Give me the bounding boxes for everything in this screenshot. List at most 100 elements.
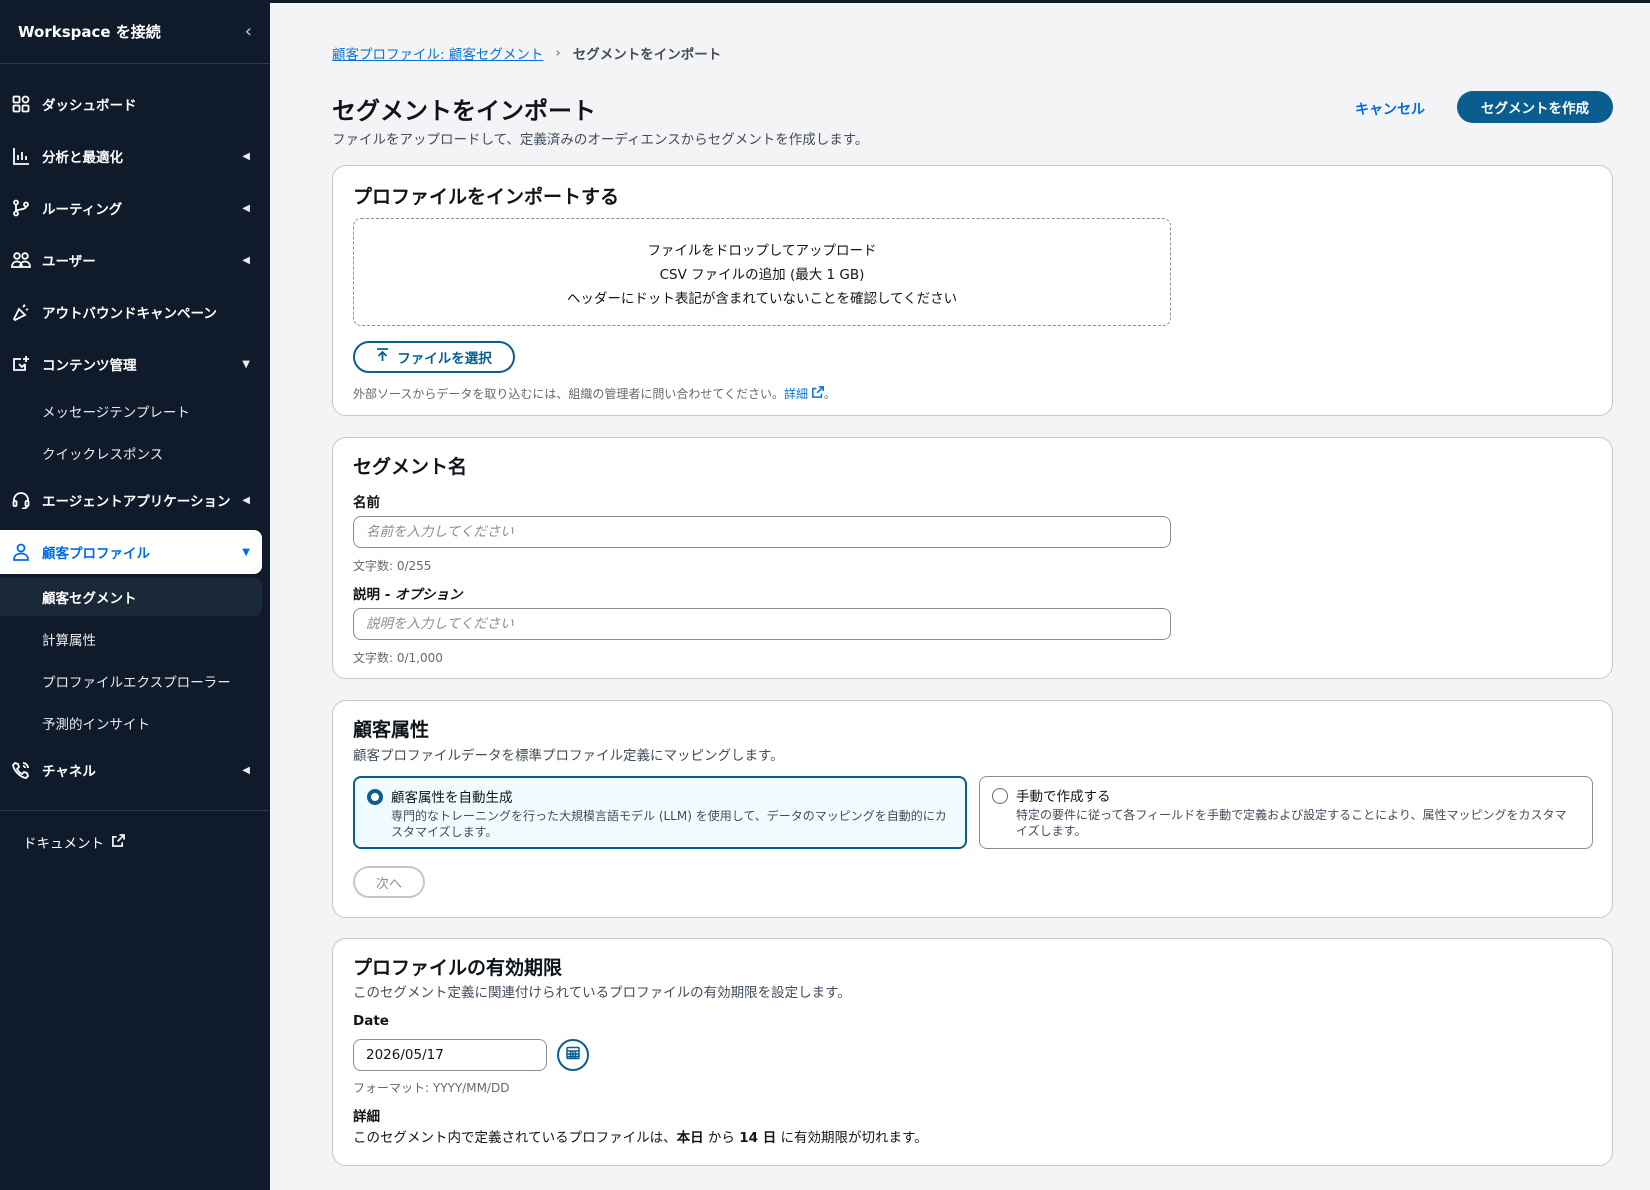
breadcrumb: 顧客プロファイル: 顧客セグメント › セグメントをインポート [332, 43, 721, 63]
description-char-count: 文字数: 0/1,000 [353, 651, 443, 665]
sidebar-item-dashboard[interactable]: ダッシュボード [0, 78, 262, 130]
sidebar-item-outbound-campaigns[interactable]: アウトバウンドキャンペーン [0, 286, 262, 338]
name-char-count: 文字数: 0/255 [353, 559, 432, 573]
manual-create-option[interactable]: 手動で作成する 特定の要件に従って各フィールドを手動で定義および設定することによ… [979, 776, 1593, 849]
chevron-right-icon: › [555, 45, 561, 61]
dropzone-line: ヘッダーにドット表記が含まれていないことを確認してください [566, 291, 958, 307]
import-hint-text: 外部ソースからデータを取り込むには、組織の管理者に問い合わせてください。 [353, 387, 785, 401]
radio-unselected-icon [992, 788, 1008, 804]
file-dropzone[interactable]: ファイルをドロップしてアップロード CSV ファイルの追加 (最大 1 GB) … [353, 218, 1171, 326]
learn-more-link[interactable]: 詳細 [784, 387, 808, 401]
megaphone-icon [10, 301, 32, 323]
caret-left-icon: ◀ [242, 494, 250, 506]
sidebar-item-label: ユーザー [42, 254, 96, 270]
expiry-card-title: プロファイルの有効期限 [353, 957, 563, 979]
create-segment-button[interactable]: セグメントを作成 [1457, 91, 1613, 123]
phone-icon [10, 759, 32, 781]
segment-description-input[interactable] [353, 608, 1171, 640]
sidebar-item-analytics[interactable]: 分析と最適化 ◀ [0, 130, 262, 182]
main-content: 顧客プロファイル: 顧客セグメント › セグメントをインポート セグメントをイン… [270, 0, 1650, 1190]
sidebar-header: Workspace を接続 ‹ [0, 0, 270, 64]
sidebar-item-label: ルーティング [42, 202, 123, 218]
import-hint: 外部ソースからデータを取り込むには、組織の管理者に問い合わせてください。詳細 。 [353, 385, 836, 402]
detail-days: 14 日 [739, 1130, 777, 1146]
caret-left-icon: ◀ [242, 150, 250, 162]
upload-icon [376, 348, 389, 366]
option-title: 顧客属性を自動生成 [391, 790, 513, 806]
users-icon [10, 249, 32, 271]
sidebar-subitem-customer-segments[interactable]: 顧客セグメント [0, 578, 262, 616]
option-description: 専門的なトレーニングを行った大規模言語モデル (LLM) を使用して、データのマ… [391, 809, 947, 839]
sidebar-subitem-message-templates[interactable]: メッセージテンプレート [0, 390, 262, 432]
sidebar-subitem-profile-explorer[interactable]: プロファイルエクスプローラー [0, 660, 262, 702]
dropzone-line: ファイルをドロップしてアップロード [647, 243, 877, 259]
sidebar-item-label: 分析と最適化 [42, 150, 123, 166]
person-icon [10, 541, 32, 563]
sidebar-nav: ダッシュボード 分析と最適化 ◀ ルーティング ◀ ユーザー ◀ アウトバウンド… [0, 64, 270, 796]
headset-icon [10, 489, 32, 511]
next-button[interactable]: 次へ [353, 866, 425, 898]
detail-mid: から [703, 1130, 740, 1146]
detail-label: 詳細 [353, 1109, 380, 1125]
date-format-hint: フォーマット: YYYY/MM/DD [353, 1081, 510, 1095]
breadcrumb-parent-link[interactable]: 顧客プロファイル: 顧客セグメント [332, 43, 543, 63]
sidebar-subitem-quick-responses[interactable]: クイックレスポンス [0, 432, 262, 474]
calendar-button[interactable] [557, 1039, 589, 1071]
sidebar-item-label: コンテンツ管理 [42, 358, 137, 374]
docs-label: ドキュメント [23, 836, 104, 852]
expiry-detail-text: このセグメント内で定義されているプロファイルは、本日 から 14 日 に有効期限… [353, 1126, 928, 1146]
sidebar-divider [0, 810, 270, 811]
chart-icon [10, 145, 32, 167]
dashboard-icon [10, 93, 32, 115]
choose-file-label: ファイルを選択 [397, 351, 492, 367]
attributes-card-title: 顧客属性 [353, 719, 430, 741]
import-card-title: プロファイルをインポートする [353, 186, 620, 208]
sidebar-item-users[interactable]: ユーザー ◀ [0, 234, 262, 286]
sidebar-docs-link[interactable]: ドキュメント [0, 827, 270, 857]
external-link-icon [112, 833, 125, 851]
description-label: 説明 - オプション [353, 583, 463, 603]
caret-left-icon: ◀ [242, 254, 250, 266]
sidebar-item-channels[interactable]: チャネル ◀ [0, 744, 262, 796]
sidebar-item-customer-profiles[interactable]: 顧客プロファイル ▼ [0, 530, 262, 574]
date-input[interactable]: 2026/05/17 [353, 1039, 547, 1071]
sidebar: Workspace を接続 ‹ ダッシュボード 分析と最適化 ◀ ルーティング … [0, 0, 270, 1190]
description-label-text: 説明 - [353, 587, 396, 603]
attributes-card-description: 顧客プロファイルデータを標準プロファイル定義にマッピングします。 [353, 748, 784, 764]
sidebar-item-agent-applications[interactable]: エージェントアプリケーション ◀ [0, 474, 262, 526]
choose-file-button[interactable]: ファイルを選択 [353, 341, 515, 373]
option-description: 特定の要件に従って各フィールドを手動で定義および設定することにより、属性マッピン… [1016, 808, 1567, 838]
cancel-button[interactable]: キャンセル [1345, 93, 1435, 125]
workspace-title: Workspace を接続 [18, 23, 161, 41]
customer-attributes-card: 顧客属性 顧客プロファイルデータを標準プロファイル定義にマッピングします。 顧客… [332, 700, 1613, 918]
caret-left-icon: ◀ [242, 202, 250, 214]
external-link-icon [811, 386, 824, 401]
date-label: Date [353, 1013, 389, 1029]
segment-name-card: セグメント名 名前 文字数: 0/255 説明 - オプション 文字数: 0/1… [332, 437, 1613, 679]
segment-name-card-title: セグメント名 [353, 456, 468, 478]
sidebar-subitem-calculated-attributes[interactable]: 計算属性 [0, 618, 262, 660]
sidebar-item-label: ダッシュボード [42, 98, 137, 114]
calendar-icon [566, 1046, 580, 1064]
page-title: セグメントをインポート [332, 97, 596, 125]
expiry-card-description: このセグメント定義に関連付けられているプロファイルの有効期限を設定します。 [353, 985, 851, 1001]
chevron-left-icon[interactable]: ‹ [245, 21, 252, 42]
optional-label: オプション [395, 587, 463, 603]
caret-left-icon: ◀ [242, 764, 250, 776]
sidebar-item-content-management[interactable]: コンテンツ管理 ▼ [0, 338, 262, 390]
sidebar-subitem-predictive-insights[interactable]: 予測的インサイト [0, 702, 262, 744]
sidebar-item-routing[interactable]: ルーティング ◀ [0, 182, 262, 234]
detail-suffix: に有効期限が切れます。 [776, 1130, 928, 1146]
import-hint-end: 。 [823, 387, 836, 401]
segment-name-input[interactable] [353, 516, 1171, 548]
dropzone-line: CSV ファイルの追加 (最大 1 GB) [659, 267, 865, 283]
caret-down-icon: ▼ [242, 546, 250, 558]
radio-selected-icon [367, 789, 383, 805]
page-description: ファイルをアップロードして、定義済みのオーディエンスからセグメントを作成します。 [332, 132, 869, 148]
routing-icon [10, 197, 32, 219]
content-icon [10, 353, 32, 375]
profile-expiry-card: プロファイルの有効期限 このセグメント定義に関連付けられているプロファイルの有効… [332, 938, 1613, 1166]
sidebar-item-label: アウトバウンドキャンペーン [42, 306, 217, 322]
auto-generate-option[interactable]: 顧客属性を自動生成 専門的なトレーニングを行った大規模言語モデル (LLM) を… [353, 776, 967, 849]
caret-down-icon: ▼ [242, 358, 250, 370]
